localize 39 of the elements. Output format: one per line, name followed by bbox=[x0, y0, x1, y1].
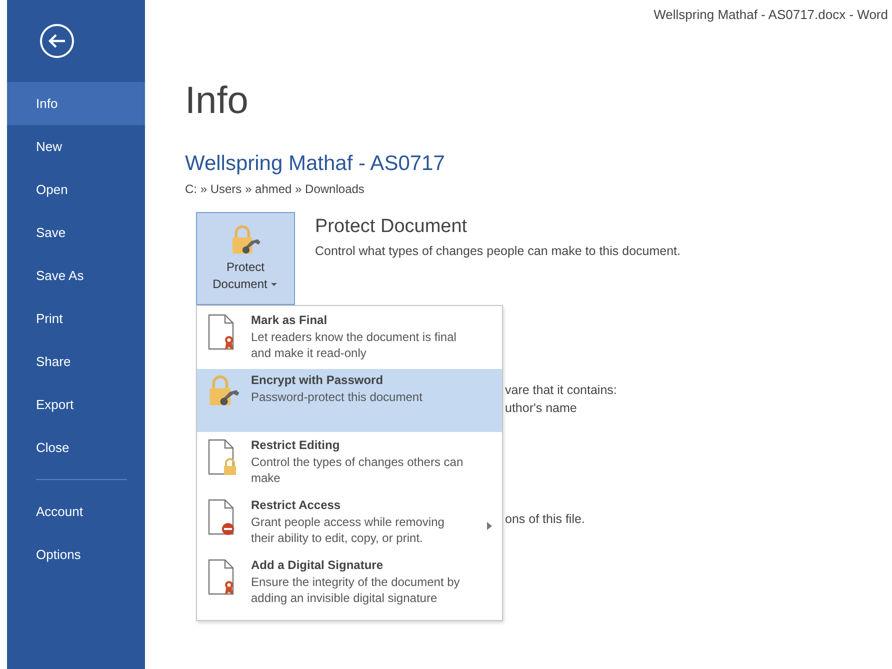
partial-text: ons of this file. bbox=[505, 512, 586, 526]
sidebar-item[interactable]: Close bbox=[7, 426, 145, 469]
menu-item-description: Control the types of changes others can make bbox=[251, 454, 464, 486]
menu-item-description: Password-protect this document bbox=[251, 389, 424, 405]
window-title: Wellspring Mathaf - AS0717.docx - Word bbox=[654, 7, 888, 22]
menu-item[interactable]: Restrict Access Grant people access while removing their ability to edit, copy, or print. bbox=[197, 494, 502, 552]
file-path: C: » Users » ahmed » Downloads bbox=[185, 182, 366, 196]
back-arrow-icon bbox=[48, 34, 66, 48]
sidebar-item[interactable]: Account bbox=[7, 490, 145, 533]
menu-item-title: Restrict Editing bbox=[251, 438, 341, 452]
menu-item-title: Restrict Access bbox=[251, 498, 342, 512]
menu-item[interactable]: Restrict Editing Control the types of changes others can make bbox=[197, 434, 502, 492]
menu-item-description: Grant people access while removing their ability to edit, copy, or print. bbox=[251, 514, 446, 546]
menu-item-title: Add a Digital Signature bbox=[251, 558, 384, 572]
sidebar-item[interactable]: Info bbox=[7, 82, 145, 125]
page-heading: Info bbox=[185, 82, 250, 120]
sidebar-item[interactable]: Open bbox=[7, 168, 145, 211]
sidebar-item[interactable]: New bbox=[7, 125, 145, 168]
partial-text: uthor's name bbox=[505, 401, 578, 415]
sidebar-item[interactable]: Save As bbox=[7, 254, 145, 297]
protect-document-button[interactable]: Protect Document bbox=[196, 212, 295, 305]
section-title: Protect Document bbox=[315, 216, 468, 238]
sidebar-item[interactable]: Options bbox=[7, 533, 145, 576]
sidebar-item[interactable]: Print bbox=[7, 297, 145, 340]
sidebar-item[interactable]: Export bbox=[7, 383, 145, 426]
section-description: Control what types of changes people can make to this document. bbox=[315, 244, 680, 258]
menu-item[interactable]: Encrypt with Password Password-protect this document bbox=[197, 369, 502, 432]
menu-item-title: Encrypt with Password bbox=[251, 373, 384, 387]
menu-item[interactable]: Mark as Final Let readers know the document is final and make it read-only bbox=[197, 309, 502, 367]
menu-item-title: Mark as Final bbox=[251, 313, 328, 327]
partial-text: vare that it contains: bbox=[505, 383, 618, 397]
menu-item-description: Ensure the integrity of the document by adding an invisible digital signature bbox=[251, 574, 461, 606]
menu-item-description: Let readers know the document is final and make it read-only bbox=[251, 329, 458, 361]
back-button[interactable] bbox=[40, 24, 74, 58]
sidebar-item[interactable]: Share bbox=[7, 340, 145, 383]
caret-icon bbox=[270, 282, 278, 288]
document-name: Wellspring Mathaf - AS0717 bbox=[185, 152, 446, 176]
menu-item[interactable]: Add a Digital Signature Ensure the integrity of the document by adding an invisible digital signature bbox=[197, 554, 502, 612]
sidebar-item[interactable]: Save bbox=[7, 211, 145, 254]
